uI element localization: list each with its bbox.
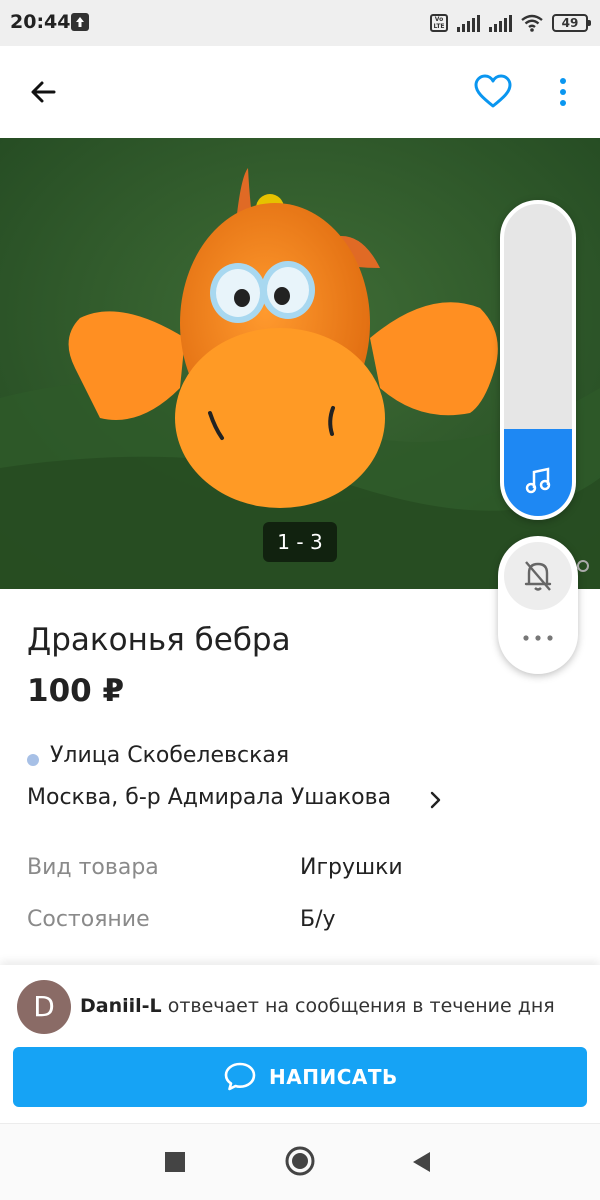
- home-button[interactable]: [284, 1145, 316, 1177]
- listing-title: Драконья бебра: [27, 622, 291, 658]
- reply-time-text: отвечает на сообщения в течение дня: [161, 995, 555, 1017]
- avatar[interactable]: D: [17, 980, 71, 1034]
- music-note-icon: [525, 467, 551, 494]
- metro-dot-icon: [27, 754, 39, 766]
- side-controls: [498, 536, 578, 674]
- music-volume-widget[interactable]: [500, 200, 576, 520]
- location-address[interactable]: Москва, б-р Адмирала Ушакова: [27, 785, 391, 810]
- arrow-left-icon: [31, 81, 56, 103]
- contact-bar: D Daniil-L отвечает на сообщения в течен…: [0, 965, 600, 1123]
- back-button[interactable]: [24, 72, 68, 112]
- bell-off-icon: [524, 561, 552, 591]
- listing-price: 100 ₽: [27, 673, 125, 709]
- location-street: Улица Скобелевская: [50, 743, 290, 768]
- system-nav-bar: [0, 1123, 600, 1200]
- wifi-icon: [521, 14, 543, 32]
- heart-outline-icon: [474, 74, 512, 108]
- status-time: 20:44: [10, 11, 71, 33]
- param-key-type: Вид товара: [27, 855, 159, 880]
- write-message-button[interactable]: НАПИСАТЬ: [13, 1047, 587, 1107]
- vertical-dots-icon: [560, 78, 566, 106]
- mute-button[interactable]: [504, 542, 572, 610]
- more-dots-icon: [523, 635, 553, 641]
- param-value-type: Игрушки: [300, 855, 403, 880]
- more-options-button[interactable]: [518, 626, 558, 650]
- more-button[interactable]: [548, 72, 578, 112]
- nav-back-button[interactable]: [410, 1150, 432, 1174]
- ring-indicator-icon: [577, 560, 589, 572]
- upload-icon: [71, 13, 89, 31]
- battery-icon: 49: [552, 14, 591, 32]
- param-key-condition: Состояние: [27, 907, 150, 932]
- signal-icon-2: [489, 15, 512, 32]
- write-button-label: НАПИСАТЬ: [269, 1065, 398, 1089]
- volte-icon: Vo LTE: [430, 14, 448, 32]
- recents-button[interactable]: [165, 1152, 185, 1172]
- toolbar: [0, 46, 600, 138]
- seller-reply-info: Daniil-L отвечает на сообщения в течение…: [80, 995, 555, 1017]
- status-icons: Vo LTE 49: [430, 12, 591, 34]
- chevron-right-icon[interactable]: [425, 790, 445, 810]
- param-value-condition: Б/у: [300, 907, 336, 932]
- photo-counter: 1 - 3: [263, 522, 337, 562]
- status-bar: 20:44 Vo LTE 49: [0, 0, 600, 46]
- seller-name[interactable]: Daniil-L: [80, 995, 162, 1017]
- chat-bubble-icon: [224, 1062, 256, 1091]
- favorite-button[interactable]: [472, 72, 514, 112]
- signal-icon: [457, 15, 480, 32]
